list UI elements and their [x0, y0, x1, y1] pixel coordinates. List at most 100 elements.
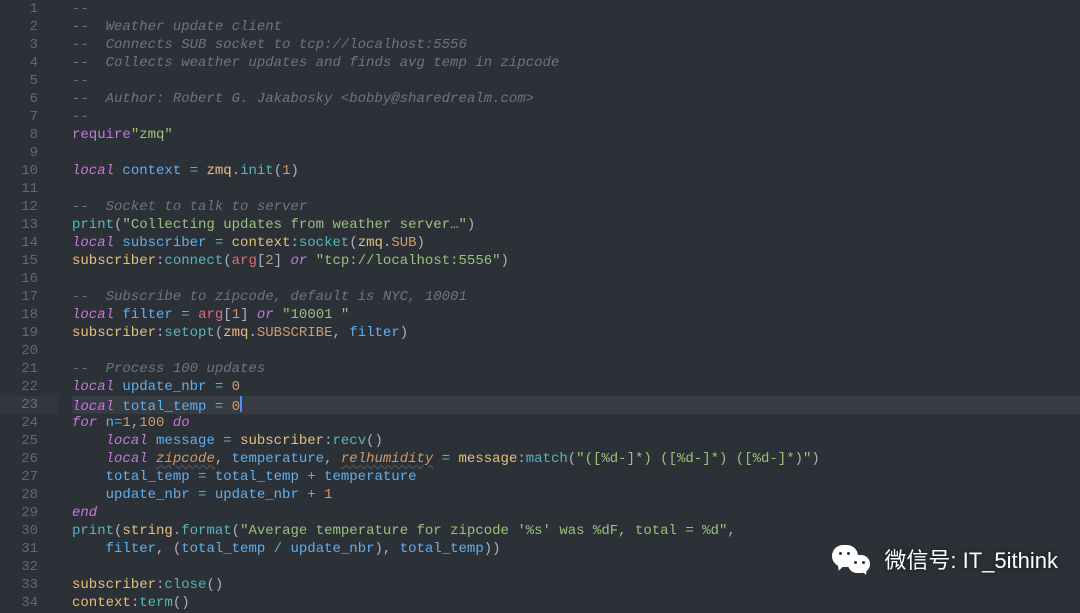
code-line[interactable]: local message = subscriber:recv() — [72, 432, 1080, 450]
token-op: + — [307, 487, 315, 503]
code-line[interactable]: for n=1,100 do — [72, 414, 1080, 432]
code-line[interactable]: -- Author: Robert G. Jakabosky <bobby@sh… — [72, 90, 1080, 108]
code-line[interactable]: -- — [72, 0, 1080, 18]
line-number: 28 — [0, 486, 38, 504]
token-var: total_temp — [400, 541, 484, 557]
token-punc: )) — [484, 541, 501, 557]
token-num: 1 — [324, 487, 332, 503]
code-line[interactable] — [72, 270, 1080, 288]
token-param: relhumidity — [341, 451, 433, 467]
token-id: context — [72, 595, 131, 611]
token-def: arg — [198, 307, 223, 323]
code-line[interactable]: require"zmq" — [72, 126, 1080, 144]
token-punc — [433, 451, 441, 467]
code-line[interactable]: local zipcode, temperature, relhumidity … — [72, 450, 1080, 468]
code-line[interactable]: context:term() — [72, 594, 1080, 612]
code-line[interactable] — [72, 144, 1080, 162]
line-number: 8 — [0, 126, 38, 144]
token-punc: . — [173, 523, 181, 539]
code-line[interactable]: local filter = arg[1] or "10001 " — [72, 306, 1080, 324]
code-line[interactable]: -- — [72, 72, 1080, 90]
token-punc: ) — [400, 325, 408, 341]
token-id: zmq — [223, 325, 248, 341]
token-punc — [206, 469, 214, 485]
token-var: temperature — [232, 451, 324, 467]
token-kw: or — [290, 253, 315, 269]
line-number: 25 — [0, 432, 38, 450]
code-line[interactable]: subscriber:connect(arg[2] or "tcp://loca… — [72, 252, 1080, 270]
token-cmt: -- — [72, 1, 89, 17]
code-line[interactable]: -- Socket to talk to server — [72, 198, 1080, 216]
line-number-gutter: 1234567891011121314151617181920212223242… — [0, 0, 58, 613]
token-id: zmq — [206, 163, 231, 179]
line-number: 26 — [0, 450, 38, 468]
token-var: message — [156, 433, 215, 449]
code-line[interactable] — [72, 342, 1080, 360]
token-cmt: -- Process 100 updates — [72, 361, 265, 377]
token-punc — [173, 307, 181, 323]
code-line[interactable]: -- Subscribe to zipcode, default is NYC,… — [72, 288, 1080, 306]
token-punc — [316, 469, 324, 485]
code-line[interactable]: print(string.format("Average temperature… — [72, 522, 1080, 540]
code-line[interactable] — [72, 180, 1080, 198]
token-num: 1 — [232, 307, 240, 323]
line-number: 12 — [0, 198, 38, 216]
token-punc: ), — [375, 541, 400, 557]
code-line[interactable]: subscriber:close() — [72, 576, 1080, 594]
line-number: 13 — [0, 216, 38, 234]
token-kw: end — [72, 505, 97, 521]
token-kw: local — [72, 235, 122, 251]
code-editor[interactable]: 1234567891011121314151617181920212223242… — [0, 0, 1080, 613]
code-line[interactable]: -- Connects SUB socket to tcp://localhos… — [72, 36, 1080, 54]
token-punc: ] — [274, 253, 291, 269]
token-func: init — [240, 163, 274, 179]
code-line[interactable]: -- — [72, 108, 1080, 126]
code-line[interactable]: local context = zmq.init(1) — [72, 162, 1080, 180]
token-cmt: -- — [72, 73, 89, 89]
token-var: update_nbr — [106, 487, 190, 503]
token-punc — [223, 399, 231, 415]
token-cmt: -- Collects weather updates and finds av… — [72, 55, 559, 71]
code-line[interactable]: local total_temp = 0 — [72, 396, 1080, 414]
line-number: 20 — [0, 342, 38, 360]
token-kw: local — [72, 379, 122, 395]
token-punc: , — [727, 523, 735, 539]
token-str: "tcp://localhost:5556" — [316, 253, 501, 269]
token-num: 100 — [139, 415, 164, 431]
code-line[interactable]: subscriber:setopt(zmq.SUBSCRIBE, filter) — [72, 324, 1080, 342]
token-num: 1 — [282, 163, 290, 179]
token-cmt: -- Connects SUB socket to tcp://localhos… — [72, 37, 467, 53]
token-kw: local — [106, 433, 156, 449]
code-line[interactable]: print("Collecting updates from weather s… — [72, 216, 1080, 234]
code-line[interactable]: -- Weather update client — [72, 18, 1080, 36]
token-func: socket — [299, 235, 349, 251]
token-cmt: -- — [72, 109, 89, 125]
code-line[interactable]: local update_nbr = 0 — [72, 378, 1080, 396]
code-line[interactable] — [72, 558, 1080, 576]
token-prop: SUB — [391, 235, 416, 251]
token-cmt: -- Subscribe to zipcode, default is NYC,… — [72, 289, 467, 305]
token-kw: or — [257, 307, 282, 323]
code-line[interactable]: -- Process 100 updates — [72, 360, 1080, 378]
code-line[interactable]: filter, (total_temp / update_nbr), total… — [72, 540, 1080, 558]
token-var: temperature — [324, 469, 416, 485]
token-op: / — [274, 541, 282, 557]
code-line[interactable]: -- Collects weather updates and finds av… — [72, 54, 1080, 72]
token-op: + — [307, 469, 315, 485]
code-line[interactable]: total_temp = total_temp + temperature — [72, 468, 1080, 486]
line-number: 29 — [0, 504, 38, 522]
token-kw: local — [106, 451, 156, 467]
token-op: = — [215, 379, 223, 395]
token-id: zmq — [358, 235, 383, 251]
code-line[interactable]: update_nbr = update_nbr + 1 — [72, 486, 1080, 504]
token-var: update_nbr — [122, 379, 206, 395]
token-punc — [190, 487, 198, 503]
code-area[interactable]: ---- Weather update client-- Connects SU… — [58, 0, 1080, 613]
line-number: 15 — [0, 252, 38, 270]
token-id: context — [232, 235, 291, 251]
code-line[interactable]: local subscriber = context:socket(zmq.SU… — [72, 234, 1080, 252]
token-punc — [223, 235, 231, 251]
line-number: 14 — [0, 234, 38, 252]
code-line[interactable]: end — [72, 504, 1080, 522]
token-punc — [316, 487, 324, 503]
